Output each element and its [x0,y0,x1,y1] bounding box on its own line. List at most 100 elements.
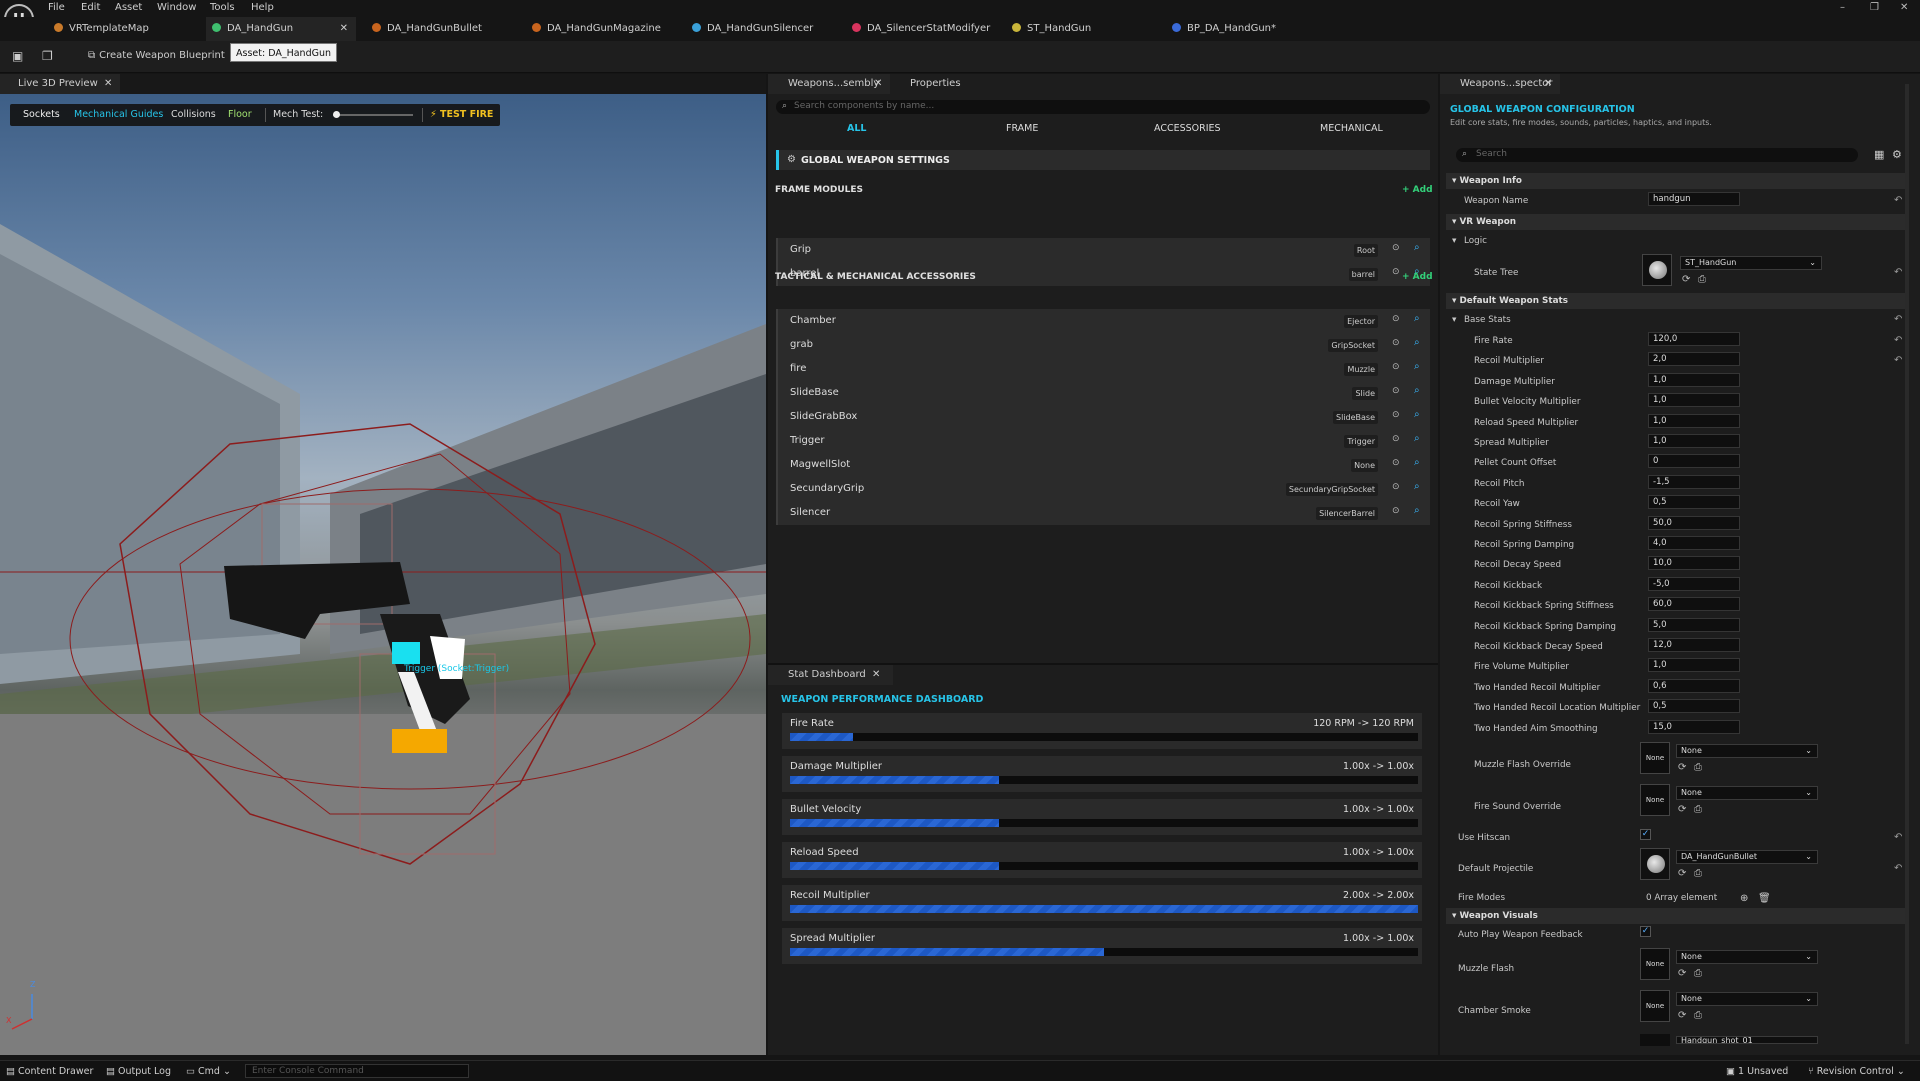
component-row[interactable]: SlideBase Slide ⊙ ⌕ [776,381,1430,405]
tab-bp-da-handgun[interactable]: BP_DA_HandGun* [1172,17,1276,41]
browse-to-asset-icon[interactable]: ⟳ [1678,762,1686,773]
default-projectile-thumbnail[interactable] [1640,848,1670,880]
category-weapon-visuals[interactable]: ▾ Weapon Visuals [1446,908,1906,924]
visibility-icon[interactable]: ⊙ [1392,482,1400,492]
browse-icon[interactable]: ❐ [42,49,53,63]
component-row[interactable]: grab GripSocket ⊙ ⌕ [776,333,1430,357]
global-weapon-settings-row[interactable]: ⚙ GLOBAL WEAPON SETTINGS [776,150,1430,170]
focus-icon[interactable]: ⌕ [1414,313,1420,324]
category-vr-weapon[interactable]: ▾ VR Weapon [1446,214,1906,230]
focus-icon[interactable]: ⌕ [1414,481,1420,492]
stat-field-input[interactable]: 1,0 [1648,658,1740,673]
use-selected-icon[interactable]: ⎙ [1694,868,1702,879]
use-selected-icon[interactable]: ⎙ [1694,968,1702,979]
stat-field-input[interactable]: 4,0 [1648,536,1740,550]
state-tree-thumbnail[interactable] [1642,254,1672,286]
close-tab-icon[interactable]: ✕ [104,74,112,94]
category-weapon-info[interactable]: ▾ Weapon Info [1446,173,1906,189]
mechanical-guides-toggle[interactable]: Mechanical Guides [74,109,163,120]
reset-icon[interactable]: ↶ [1894,314,1902,325]
focus-icon[interactable]: ⌕ [1414,361,1420,372]
minimize-icon[interactable]: – [1840,2,1845,13]
sockets-toggle[interactable]: Sockets [23,109,60,120]
details-search-input[interactable]: ⌕ Search [1456,148,1858,162]
use-selected-icon[interactable]: ⎙ [1694,804,1702,815]
chamber-smoke-thumbnail[interactable]: None [1640,990,1670,1022]
visibility-icon[interactable]: ⊙ [1392,458,1400,468]
tab-live-3d-preview[interactable]: Live 3D Preview ✕ [0,74,120,94]
filter-frame[interactable]: FRAME [1006,123,1038,134]
stat-field-input[interactable]: 0,6 [1648,678,1740,693]
tab-da-handgun[interactable]: DA_HandGun ✕ [206,17,356,41]
stat-field-input[interactable]: 0,5 [1648,699,1740,714]
muzzle-flash-override-thumbnail[interactable]: None [1640,742,1670,774]
menu-help[interactable]: Help [251,2,274,13]
tab-da-handgunmagazine[interactable]: DA_HandGunMagazine [532,17,661,41]
use-selected-icon[interactable]: ⎙ [1694,762,1702,773]
close-tab-icon[interactable]: ✕ [1544,74,1552,94]
close-tab-icon[interactable]: ✕ [874,74,882,94]
tab-properties[interactable]: Properties [910,74,961,94]
stat-field-input[interactable]: 2,0 [1648,352,1740,367]
component-row[interactable]: fire Muzzle ⊙ ⌕ [776,357,1430,381]
tab-weapons-inspector[interactable]: Weapons...spector ✕ [1440,74,1560,94]
stat-field-input[interactable]: -5,0 [1648,576,1740,591]
test-fire-button[interactable]: ⚡ TEST FIRE [430,109,493,120]
focus-icon[interactable]: ⌕ [1414,505,1420,516]
component-row[interactable]: SecundaryGrip SecundaryGripSocket ⊙ ⌕ [776,477,1430,501]
reset-icon[interactable]: ↶ [1894,863,1902,874]
visibility-icon[interactable]: ⊙ [1392,267,1400,277]
tab-st-handgun[interactable]: ST_HandGun [1012,17,1091,41]
default-projectile-dropdown[interactable]: DA_HandGunBullet ⌄ [1676,850,1818,864]
create-weapon-blueprint-button[interactable]: ⧉ Create Weapon Blueprint [88,50,225,61]
stat-field-input[interactable]: 1,0 [1648,393,1740,408]
table-view-icon[interactable]: ▦ [1874,148,1884,161]
menu-tools[interactable]: Tools [210,2,235,13]
tab-stat-dashboard[interactable]: Stat Dashboard ✕ [768,665,893,685]
fire-sound-override-dropdown[interactable]: None ⌄ [1676,786,1818,800]
save-icon[interactable]: ▣ [12,49,23,63]
close-window-icon[interactable]: ✕ [1900,2,1908,13]
3d-viewport[interactable]: Trigger (Socket:Trigger) X Z Sockets Mec… [0,94,766,1055]
component-row[interactable]: Trigger Trigger ⊙ ⌕ [776,429,1430,453]
focus-icon[interactable]: ⌕ [1414,385,1420,396]
stat-field-input[interactable]: 1,0 [1648,413,1740,428]
reset-icon[interactable]: ↶ [1894,195,1902,206]
cmd-dropdown[interactable]: ▭ Cmd ⌄ [186,1066,231,1077]
visibility-icon[interactable]: ⊙ [1392,362,1400,372]
visibility-icon[interactable]: ⊙ [1392,314,1400,324]
browse-to-asset-icon[interactable]: ⟳ [1678,868,1686,879]
use-selected-icon[interactable]: ⎙ [1698,274,1706,285]
stat-field-input[interactable]: 120,0 [1648,332,1740,346]
visibility-icon[interactable]: ⊙ [1392,506,1400,516]
tab-da-silencerstatmodifyer[interactable]: DA_SilencerStatModifyer [852,17,990,41]
browse-to-asset-icon[interactable]: ⟳ [1678,968,1686,979]
reset-icon[interactable]: ↶ [1894,355,1902,366]
floor-toggle[interactable]: Floor [228,109,252,120]
stat-field-input[interactable]: 5,0 [1648,617,1740,632]
tab-da-handgunbullet[interactable]: DA_HandGunBullet [372,17,482,41]
browse-to-asset-icon[interactable]: ⟳ [1682,274,1690,285]
tab-da-handgunsilencer[interactable]: DA_HandGunSilencer [692,17,813,41]
stat-field-input[interactable]: 50,0 [1648,515,1740,530]
revision-control-button[interactable]: ⑂ Revision Control ⌄ [1808,1066,1905,1077]
reset-icon[interactable]: ↶ [1894,267,1902,278]
unsaved-indicator[interactable]: ▣ 1 Unsaved [1726,1066,1788,1077]
collisions-toggle[interactable]: Collisions [171,109,216,120]
trash-icon[interactable]: 🗑 [1758,893,1771,904]
slider-thumb[interactable] [333,111,340,118]
visibility-icon[interactable]: ⊙ [1392,434,1400,444]
muzzle-flash-override-dropdown[interactable]: None ⌄ [1676,744,1818,758]
add-element-icon[interactable]: ⊕ [1740,893,1748,904]
add-accessory-button[interactable]: + Add [1402,272,1433,282]
details-scrollbar[interactable] [1905,84,1909,1044]
stat-field-input[interactable]: 15,0 [1648,719,1740,734]
component-search-input[interactable]: ⌕ Search components by name... [776,100,1430,114]
focus-icon[interactable]: ⌕ [1414,409,1420,420]
component-row[interactable]: MagwellSlot None ⊙ ⌕ [776,453,1430,477]
focus-icon[interactable]: ⌕ [1414,337,1420,348]
reset-icon[interactable]: ↶ [1894,832,1902,843]
visibility-icon[interactable]: ⊙ [1392,338,1400,348]
muzzle-flash-dropdown[interactable]: None ⌄ [1676,950,1818,964]
category-default-weapon-stats[interactable]: ▾ Default Weapon Stats [1446,293,1906,309]
